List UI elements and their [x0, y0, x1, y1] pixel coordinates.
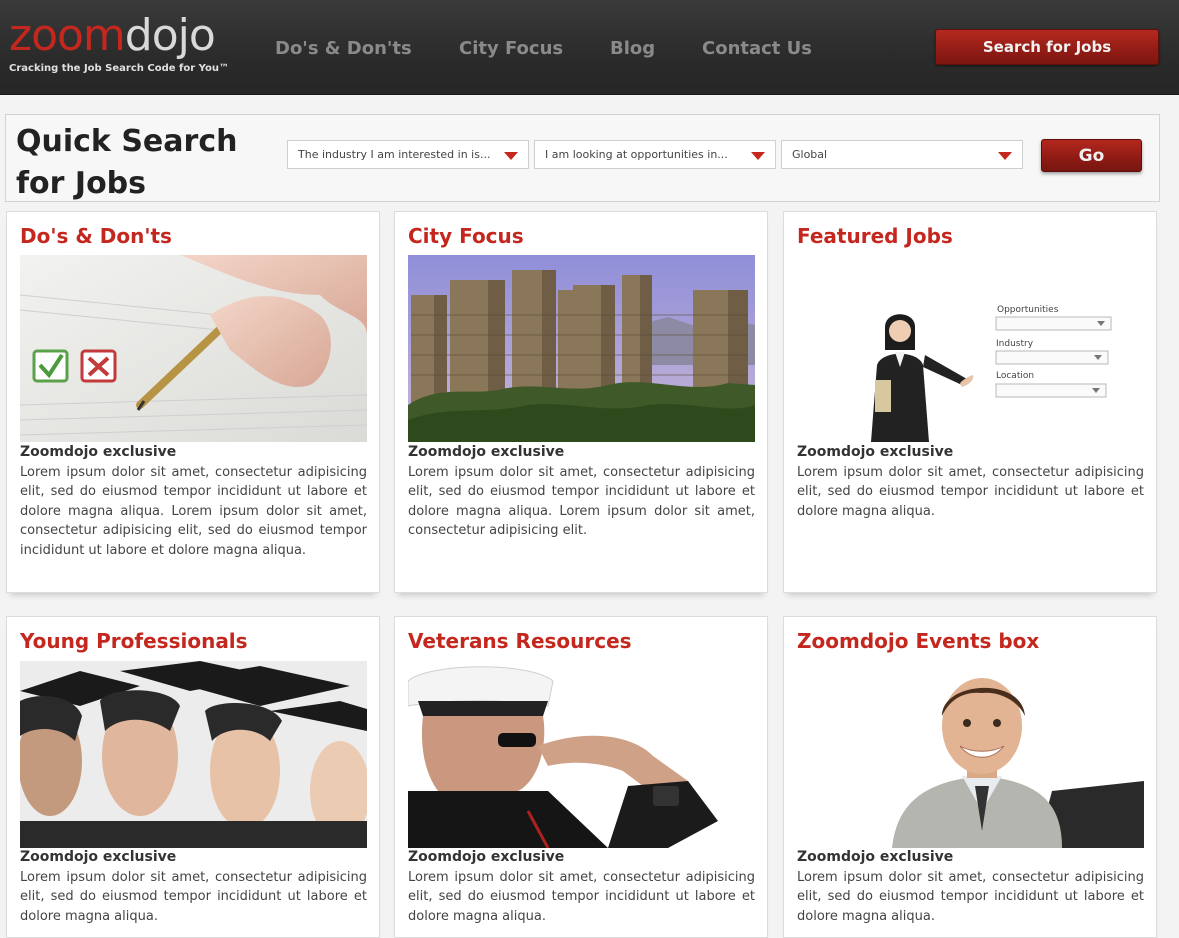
chevron-down-icon [998, 152, 1012, 160]
card-subtitle: Zoomdojo exclusive [797, 849, 954, 865]
industry-select-value: The industry I am interested in is... [298, 148, 491, 161]
go-button[interactable]: Go [1041, 139, 1142, 172]
site-header: zoomdojo Cracking the Job Search Code fo… [0, 0, 1179, 95]
image-label-opportunities: Opportunities [997, 305, 1059, 315]
veteran-salute-image[interactable] [408, 661, 755, 848]
card-dos-donts: Do's & Don'ts Zoomdojo exclusive Lorem i… [6, 211, 380, 593]
opportunities-select-value: I am looking at opportunities in... [545, 148, 728, 161]
card-subtitle: Zoomdojo exclusive [20, 849, 177, 865]
city-skyline-image[interactable] [408, 255, 755, 442]
events-image[interactable] [797, 661, 1144, 848]
card-body: Lorem ipsum dolor sit amet, consectetur … [408, 465, 755, 539]
card-veterans-resources: Veterans Resources Zoomdojo exclusive Lo… [394, 616, 768, 938]
industry-select[interactable]: The industry I am interested in is... [287, 140, 529, 169]
quick-search-title-line1: Quick Search [16, 124, 238, 159]
tagline: Cracking the Job Search Code for You™ [9, 63, 229, 74]
logo-part-dojo: dojo [124, 10, 216, 61]
zoomdojo-logo[interactable]: zoomdojo Cracking the Job Search Code fo… [9, 10, 239, 80]
dos-donts-image[interactable] [20, 255, 367, 442]
card-body: Lorem ipsum dolor sit amet, consectetur … [408, 870, 755, 924]
card-title[interactable]: Do's & Don'ts [20, 224, 172, 248]
location-select[interactable]: Global [781, 140, 1023, 169]
quick-search-panel: Quick Search for Jobs The industry I am … [5, 114, 1160, 202]
card-title[interactable]: Zoomdojo Events box [797, 629, 1039, 653]
card-subtitle: Zoomdojo exclusive [797, 444, 954, 460]
logo-wordmark: zoomdojo [9, 10, 216, 62]
card-subtitle: Zoomdojo exclusive [20, 444, 177, 460]
card-body: Lorem ipsum dolor sit amet, consectetur … [20, 870, 367, 924]
card-title[interactable]: Veterans Resources [408, 629, 632, 653]
card-subtitle: Zoomdojo exclusive [408, 849, 565, 865]
nav-blog[interactable]: Blog [610, 38, 655, 59]
card-title[interactable]: Featured Jobs [797, 224, 953, 248]
card-young-professionals: Young Professionals Zoomdojo exclusive L… [6, 616, 380, 938]
graduates-image[interactable] [20, 661, 367, 848]
chevron-down-icon [751, 152, 765, 160]
chevron-down-icon [504, 152, 518, 160]
image-label-industry: Industry [996, 339, 1034, 349]
image-label-location: Location [996, 371, 1034, 381]
card-events-box: Zoomdojo Events box Zoomdojo exclusive L… [783, 616, 1157, 938]
card-title[interactable]: City Focus [408, 224, 524, 248]
card-body: Lorem ipsum dolor sit amet, consectetur … [797, 465, 1144, 519]
card-body: Lorem ipsum dolor sit amet, consectetur … [20, 465, 367, 558]
card-title[interactable]: Young Professionals [20, 629, 248, 653]
nav-city-focus[interactable]: City Focus [459, 38, 563, 59]
location-select-value: Global [792, 148, 828, 161]
quick-search-title: Quick Search for Jobs [16, 121, 256, 205]
search-for-jobs-button[interactable]: Search for Jobs [935, 29, 1159, 65]
card-body: Lorem ipsum dolor sit amet, consectetur … [797, 870, 1144, 924]
featured-jobs-image[interactable]: Opportunities Industry Location [797, 255, 1144, 442]
card-city-focus: City Focus Zoomdojo exclusive Lorem ipsu… [394, 211, 768, 593]
nav-contact-us[interactable]: Contact Us [702, 38, 812, 59]
logo-part-zoom: zoom [9, 10, 126, 61]
card-subtitle: Zoomdojo exclusive [408, 444, 565, 460]
opportunities-select[interactable]: I am looking at opportunities in... [534, 140, 776, 169]
card-featured-jobs: Featured Jobs Opportunities Industry Loc… [783, 211, 1157, 593]
nav-dos-donts[interactable]: Do's & Don'ts [275, 38, 412, 59]
quick-search-title-line2: for Jobs [16, 166, 147, 201]
